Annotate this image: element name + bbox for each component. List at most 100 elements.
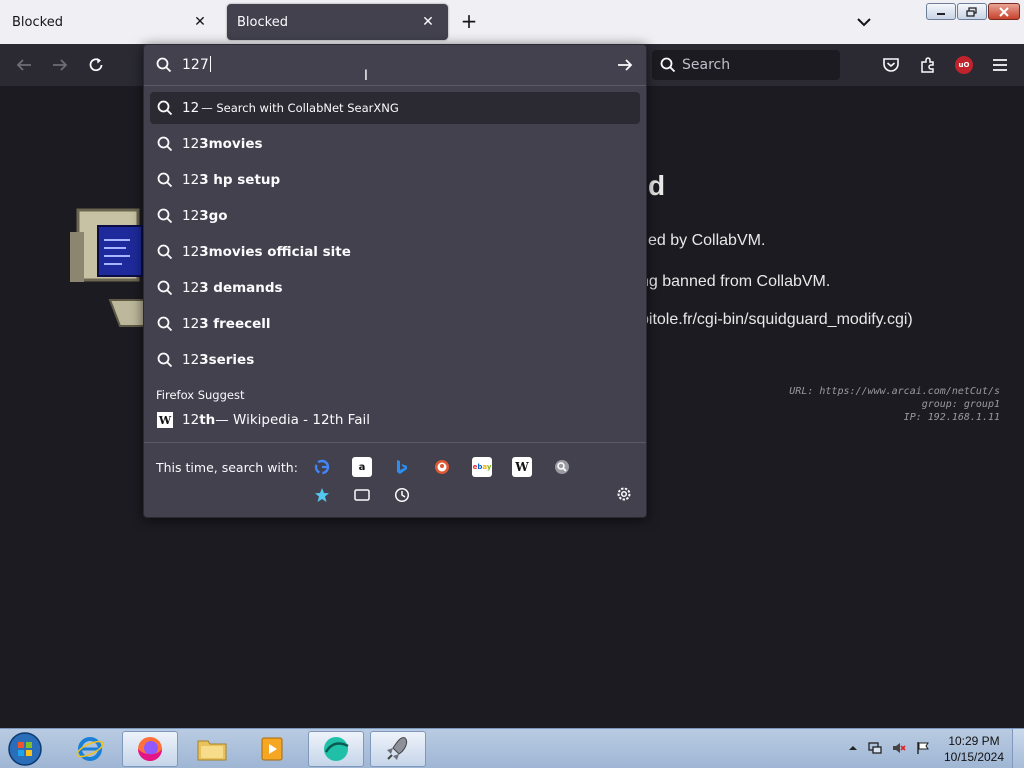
search-icon <box>156 279 174 297</box>
close-tab-icon[interactable]: ✕ <box>190 12 210 32</box>
show-hidden-icons-icon[interactable] <box>846 741 860 755</box>
new-tab-button[interactable]: + <box>458 11 480 33</box>
duckduckgo-icon <box>435 460 449 474</box>
search-suggestion[interactable]: 12 3go <box>150 200 640 232</box>
search-icon <box>156 207 174 225</box>
network-icon[interactable] <box>868 741 882 755</box>
suggestion-prefix: 12 <box>182 352 200 368</box>
search-suggestion[interactable]: 12 3 freecell <box>150 308 640 340</box>
go-arrow-icon[interactable] <box>616 57 634 73</box>
suggestion-completion: 3 hp setup <box>199 172 281 188</box>
search-bar[interactable]: Search <box>652 50 840 80</box>
minimize-icon <box>937 12 945 15</box>
app-menu-button[interactable] <box>989 54 1011 76</box>
suggestion-prefix: 12 <box>182 280 200 296</box>
search-suggestion[interactable]: 12 3movies official site <box>150 236 640 268</box>
clock-time: 10:29 PM <box>948 734 1000 748</box>
hamburger-menu-icon <box>993 59 1007 71</box>
search-suggestion[interactable]: 12 3 hp setup <box>150 164 640 196</box>
tab-blocked-2[interactable]: Blocked ✕ <box>227 4 448 40</box>
show-desktop-button[interactable] <box>1012 729 1024 768</box>
amazon-search-engine-button[interactable]: a <box>352 457 372 477</box>
url-bar-dropdown: 127 I 12 — Search with CollabNet SearXNG… <box>143 44 647 518</box>
close-tab-icon[interactable]: ✕ <box>418 12 438 32</box>
volume-muted-icon[interactable] <box>892 741 906 755</box>
wikipedia-suggestion[interactable]: W 12th — Wikipedia - 12th Fail <box>150 404 640 436</box>
search-icon <box>156 99 174 117</box>
restore-button[interactable] <box>957 3 987 20</box>
media-player-icon <box>261 737 283 761</box>
ublock-origin-button[interactable]: uO <box>953 54 975 76</box>
searxng-search-engine-button[interactable] <box>552 457 572 477</box>
minimize-button[interactable] <box>926 3 956 20</box>
reload-icon <box>89 58 103 72</box>
suggestion-prefix: 12 <box>182 412 200 428</box>
duckduckgo-search-engine-button[interactable] <box>432 457 452 477</box>
page-meta-ip: IP: 192.168.1.11 <box>903 412 1000 423</box>
search-icon <box>156 315 174 333</box>
url-input[interactable]: 127 <box>144 45 646 85</box>
firefox-suggest-label: Firefox Suggest <box>156 388 245 402</box>
rocket-icon <box>387 737 408 760</box>
history-search-button[interactable] <box>392 485 412 505</box>
back-button[interactable] <box>12 54 36 76</box>
internet-explorer-icon <box>76 737 104 761</box>
url-typed-text: 127 <box>182 57 209 73</box>
bookmarks-search-button[interactable] <box>312 485 332 505</box>
search-engine-suggestion[interactable]: 12 — Search with CollabNet SearXNG <box>150 92 640 124</box>
close-window-button[interactable] <box>988 3 1020 20</box>
suggestion-completion: 3movies official site <box>199 244 351 260</box>
search-icon <box>660 57 676 73</box>
forward-button[interactable] <box>48 54 72 76</box>
suggestion-prefix: 12 <box>182 316 200 332</box>
taskbar-collabvm-app[interactable] <box>308 731 364 767</box>
search-icon <box>156 57 172 73</box>
close-icon <box>999 6 1009 17</box>
search-icon <box>156 243 174 261</box>
ebay-search-engine-button[interactable]: ebay <box>472 457 492 477</box>
restore-icon <box>966 6 977 17</box>
taskbar-file-explorer[interactable] <box>184 731 240 767</box>
url-input-text: 127 <box>182 56 211 73</box>
amazon-icon: a <box>358 461 366 473</box>
list-all-tabs-button[interactable] <box>852 12 876 32</box>
extensions-button[interactable] <box>917 54 939 76</box>
text-caret <box>209 56 211 72</box>
suggestion-prefix: 12 <box>182 136 200 152</box>
mouse-cursor-ibeam: I <box>363 68 369 84</box>
windows-taskbar: 10:29 PM 10/15/2024 <box>0 728 1024 768</box>
page-title: d <box>648 170 666 201</box>
search-suggestion[interactable]: 12 3movies <box>150 128 640 160</box>
action-center-flag-icon[interactable] <box>916 741 930 755</box>
pocket-button[interactable] <box>880 54 902 76</box>
wikipedia-search-engine-button[interactable]: W <box>512 457 532 477</box>
ebay-icon: ebay <box>472 463 492 471</box>
search-icon <box>156 351 174 369</box>
suggestion-completion: 3go <box>199 208 228 224</box>
suggestion-completion: 3 freecell <box>199 316 271 332</box>
windows-logo-icon <box>8 732 42 766</box>
tabs-search-button[interactable] <box>352 485 372 505</box>
page-text: ed by CollabVM. <box>648 232 766 249</box>
suggestion-prefix: 12 <box>182 100 200 116</box>
start-button[interactable] <box>6 731 44 767</box>
one-off-search-label: This time, search with: <box>156 460 298 475</box>
taskbar-media-player[interactable] <box>244 731 300 767</box>
bing-search-engine-button[interactable] <box>392 457 412 477</box>
tab-blocked-1[interactable]: Blocked ✕ <box>2 4 220 40</box>
google-search-engine-button[interactable] <box>312 457 332 477</box>
search-settings-button[interactable] <box>615 485 635 505</box>
search-suggestion[interactable]: 12 3series <box>150 344 640 376</box>
system-clock[interactable]: 10:29 PM 10/15/2024 <box>938 733 1010 765</box>
arrow-right-icon <box>53 59 68 71</box>
taskbar-firefox[interactable] <box>122 731 178 767</box>
wikipedia-icon: W <box>157 412 173 428</box>
suggestion-prefix: 12 <box>182 244 200 260</box>
reload-button[interactable] <box>84 54 108 76</box>
taskbar-rocket-app[interactable] <box>370 731 426 767</box>
pocket-icon <box>883 58 899 72</box>
taskbar-internet-explorer[interactable] <box>62 731 118 767</box>
chevron-down-icon <box>857 18 871 27</box>
search-suggestion[interactable]: 12 3 demands <box>150 272 640 304</box>
firefox-icon <box>138 737 162 761</box>
